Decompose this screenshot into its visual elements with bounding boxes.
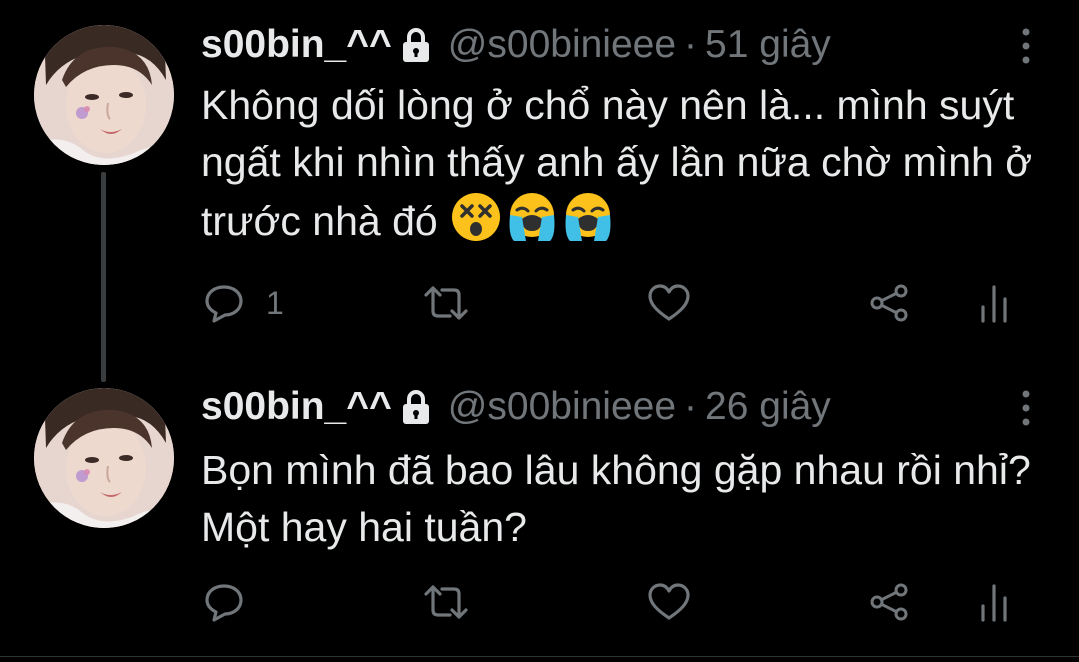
share-icon xyxy=(867,582,911,622)
dizzy-face-emoji-icon xyxy=(450,191,502,243)
tweet-text-content: Bọn mình đã bao lâu không gặp nhau rồi n… xyxy=(201,447,1031,550)
display-name[interactable]: s00bin_^^ xyxy=(201,382,392,432)
timestamp[interactable]: 26 giây xyxy=(705,382,831,432)
reply-icon xyxy=(204,582,244,622)
retweet-button[interactable] xyxy=(422,577,470,627)
analytics-icon xyxy=(978,281,1010,325)
divider xyxy=(0,656,1079,657)
timestamp[interactable]: 51 giây xyxy=(705,20,831,70)
handle[interactable]: @s00binieee xyxy=(448,382,676,432)
tweet[interactable]: s00bin_^^ @s00binieee · 26 giây Bọn mình… xyxy=(0,355,1079,662)
more-options-icon[interactable] xyxy=(1014,388,1038,428)
share-button[interactable] xyxy=(867,278,911,328)
separator-dot: · xyxy=(684,385,698,428)
reply-count: 1 xyxy=(266,284,284,321)
more-options-icon[interactable] xyxy=(1014,26,1038,66)
analytics-icon xyxy=(978,580,1010,624)
retweet-icon xyxy=(422,582,470,622)
retweet-icon xyxy=(422,283,470,323)
reply-button[interactable] xyxy=(204,577,244,627)
heart-icon xyxy=(647,283,691,323)
tweet-actions: 1 xyxy=(0,278,1079,328)
like-button[interactable] xyxy=(647,278,691,328)
avatar[interactable] xyxy=(34,25,174,165)
tweet[interactable]: s00bin_^^ @s00binieee · 51 giây Không dố… xyxy=(0,0,1079,382)
loudly-crying-face-emoji-icon xyxy=(562,191,614,243)
thread-line xyxy=(101,172,106,382)
emoji-group xyxy=(450,191,614,243)
display-name[interactable]: s00bin_^^ xyxy=(201,20,392,70)
share-button[interactable] xyxy=(867,577,911,627)
tweet-text: Không dối lòng ở chổ này nên là... mình … xyxy=(201,77,1061,250)
lock-icon xyxy=(400,388,432,426)
handle[interactable]: @s00binieee xyxy=(448,20,676,70)
tweet-text: Bọn mình đã bao lâu không gặp nhau rồi n… xyxy=(201,442,1061,556)
analytics-button[interactable] xyxy=(978,278,1010,328)
heart-icon xyxy=(647,582,691,622)
reply-icon xyxy=(204,283,244,323)
avatar[interactable] xyxy=(34,388,174,528)
like-button[interactable] xyxy=(647,577,691,627)
tweet-header: s00bin_^^ @s00binieee · 51 giây xyxy=(201,20,831,70)
retweet-button[interactable] xyxy=(422,278,470,328)
separator-dot: · xyxy=(684,23,698,66)
lock-icon xyxy=(400,26,432,64)
reply-button[interactable]: 1 xyxy=(204,278,284,328)
analytics-button[interactable] xyxy=(978,577,1010,627)
tweet-text-content: Không dối lòng ở chổ này nên là... mình … xyxy=(201,82,1033,244)
tweet-actions xyxy=(0,577,1079,627)
tweet-header: s00bin_^^ @s00binieee · 26 giây xyxy=(201,382,831,432)
loudly-crying-face-emoji-icon xyxy=(506,191,558,243)
share-icon xyxy=(867,283,911,323)
